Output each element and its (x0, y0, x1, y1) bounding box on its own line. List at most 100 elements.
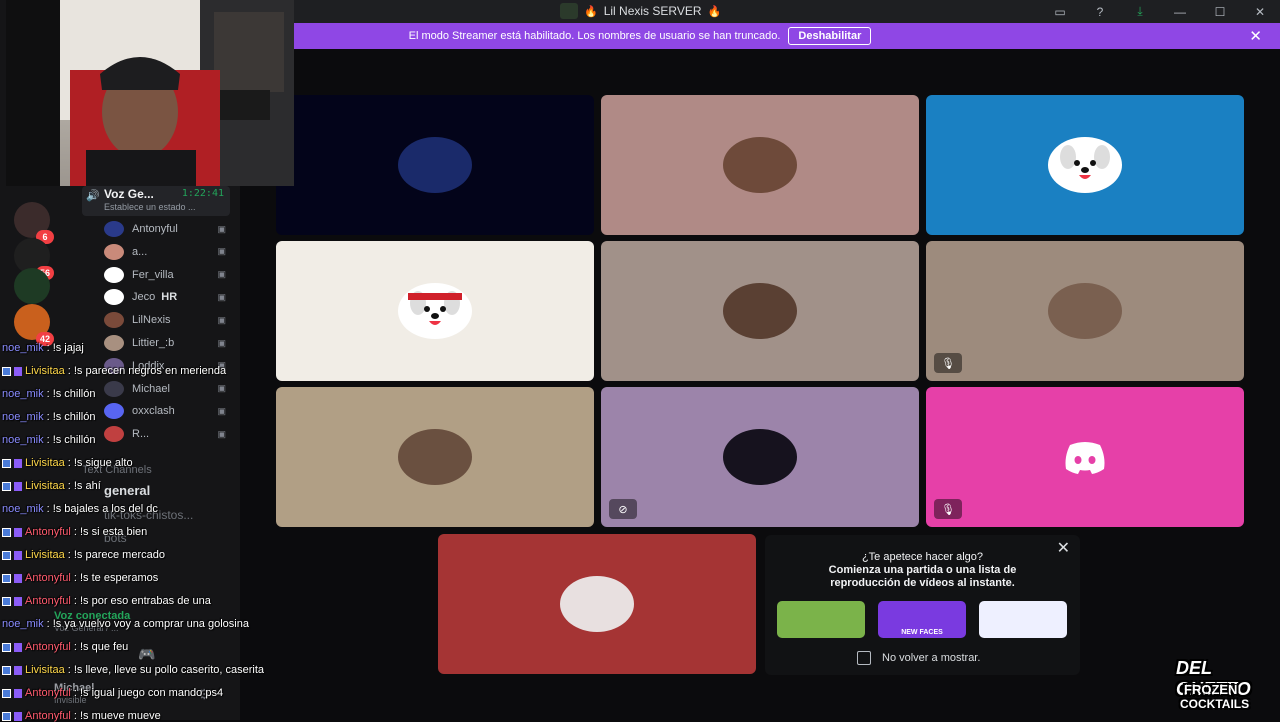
gamepad-icon[interactable]: 🎮 (138, 646, 155, 663)
voice-user-name: LilNexis (132, 314, 171, 326)
maximize-button[interactable]: ☐ (1200, 0, 1240, 23)
participant-tile[interactable] (276, 387, 594, 527)
user-avatar (104, 335, 124, 351)
voice-user[interactable]: Littier_:b▣ (104, 333, 226, 353)
activity-label: NEW FACES (878, 629, 966, 636)
voice-user[interactable]: LilNexis▣ (104, 310, 226, 330)
chat-username: noe_mik (2, 618, 44, 630)
chat-username: Livisitaa (25, 664, 65, 676)
muted-mic-icon: 🎙 (934, 499, 962, 519)
participant-tile[interactable]: ⊘ (601, 387, 919, 527)
voice-user[interactable]: Antonyful▣ (104, 219, 226, 239)
voice-user[interactable]: Fer_villa▣ (104, 265, 226, 285)
help-icon[interactable]: ? (1080, 0, 1120, 23)
participant-avatar (723, 283, 797, 339)
chat-message: Livisitaa: !s lleve, lleve su pollo case… (2, 664, 264, 676)
channel-general[interactable]: general (104, 483, 150, 498)
chat-badge-icon (2, 643, 11, 652)
user-avatar (104, 403, 124, 419)
participant-tile[interactable] (276, 241, 594, 381)
chat-badge-icon (14, 482, 22, 491)
chat-text: : !s mueve mueve (74, 710, 161, 722)
server-list: 6 56 42 (0, 186, 64, 720)
participant-avatar (398, 283, 472, 339)
dont-show-checkbox[interactable] (857, 651, 871, 665)
chat-username: noe_mik (2, 503, 44, 515)
chat-text: : !s igual juego con mando ps4 (74, 687, 223, 699)
close-window-button[interactable]: ✕ (1240, 0, 1280, 23)
activity-whiteboard[interactable] (979, 601, 1067, 638)
stream-icon: ▣ (217, 406, 226, 417)
chat-badge-icon (14, 689, 22, 698)
voice-channel-name: Voz Ge... (104, 187, 154, 201)
chat-username: Antonyful (25, 687, 71, 699)
participant-tile[interactable] (276, 95, 594, 235)
participant-tile[interactable] (601, 95, 919, 235)
chat-badge-icon (2, 459, 11, 468)
chat-username: Livisitaa (25, 480, 65, 492)
chat-text: : !s por eso entrabas de una (74, 595, 211, 607)
participant-tile[interactable] (601, 241, 919, 381)
chat-badge-icon (2, 367, 11, 376)
server-icon-1[interactable]: 6 (14, 202, 50, 238)
voice-status[interactable]: Establece un estado ... (104, 202, 196, 212)
chat-text: : !s si esta bien (74, 526, 147, 538)
del-ghetto-logo: DEL GHETTO FROZEN COCKTAILS (1172, 652, 1276, 718)
chat-username: Antonyful (25, 572, 71, 584)
server-icon-3[interactable] (14, 268, 50, 304)
voice-user[interactable]: Michael▣ (104, 379, 226, 399)
chat-text: : !s te esperamos (74, 572, 158, 584)
download-icon[interactable]: ⤓ (1120, 0, 1160, 23)
chat-username: Antonyful (25, 526, 71, 538)
chat-message: Livisitaa: !s parece mercado (2, 549, 165, 561)
voice-user[interactable]: R...▣ (104, 424, 226, 444)
chat-text: : !s ya vuelvo voy a comprar una golosin… (47, 618, 249, 630)
activity-death-by-ai[interactable]: NEW FACES (878, 601, 966, 638)
chat-badge-icon (14, 712, 22, 721)
close-icon[interactable]: ✕ (1249, 27, 1262, 45)
window-controls: ▭ ? ⤓ — ☐ ✕ (1040, 0, 1280, 23)
server-icon-4[interactable]: 42 (14, 304, 50, 340)
chat-username: Livisitaa (25, 365, 65, 377)
voice-user[interactable]: JecoHR▣ (104, 287, 226, 307)
chat-username: Livisitaa (25, 457, 65, 469)
fire-icon: 🔥 (708, 5, 722, 18)
server-title: Lil Nexis SERVER (604, 4, 702, 18)
voice-channel-header[interactable]: 🔊 Voz Ge... 1:22:41 Establece un estado … (82, 186, 230, 216)
chat-text: : !s parecen negros en merienda (68, 365, 226, 377)
chat-username: Antonyful (25, 710, 71, 722)
chat-message: Antonyful: !s igual juego con mando ps4 (2, 687, 223, 699)
participant-avatar (398, 137, 472, 193)
participant-avatar (398, 429, 472, 485)
user-avatar (104, 381, 124, 397)
chat-text: : !s chillón (47, 411, 96, 423)
voice-user[interactable]: oxxclash ▣ (104, 401, 226, 421)
chat-badge-icon (2, 712, 11, 721)
voice-user-name: oxxclash (132, 405, 175, 417)
muted-mic-icon: 🎙 (934, 353, 962, 373)
voice-user-name: Antonyful (132, 223, 178, 235)
chat-message: Antonyful: !s que feu (2, 641, 128, 653)
chat-message: noe_mik: !s ya vuelvo voy a comprar una … (2, 618, 249, 630)
minimize-button[interactable]: — (1160, 0, 1200, 23)
participant-avatar (1048, 137, 1122, 193)
user-avatar (104, 289, 124, 305)
participant-tile[interactable] (926, 95, 1244, 235)
activity-chef-showdown[interactable] (777, 601, 865, 638)
participant-tile[interactable] (438, 534, 756, 674)
participant-avatar (723, 429, 797, 485)
user-avatar (104, 244, 124, 260)
chat-text: : !s jajaj (47, 342, 84, 354)
chat-text: : !s parece mercado (68, 549, 165, 561)
user-avatar (104, 221, 124, 237)
chat-text: : !s lleve, lleve su pollo caserito, cas… (68, 664, 264, 676)
voice-user[interactable]: a...▣ (104, 242, 226, 262)
window-title: 🔥 Lil Nexis SERVER 🔥 (560, 3, 721, 19)
inbox-icon[interactable]: ▭ (1040, 0, 1080, 23)
chat-message: Livisitaa: !s sigue alto (2, 457, 133, 469)
disable-streamer-button[interactable]: Deshabilitar (788, 27, 871, 45)
voice-user-name: Michael (132, 383, 170, 395)
participant-tile[interactable]: 🎙 (926, 241, 1244, 381)
camera-off-icon: ⊘ (609, 499, 637, 519)
participant-tile[interactable]: 🎙 (926, 387, 1244, 527)
